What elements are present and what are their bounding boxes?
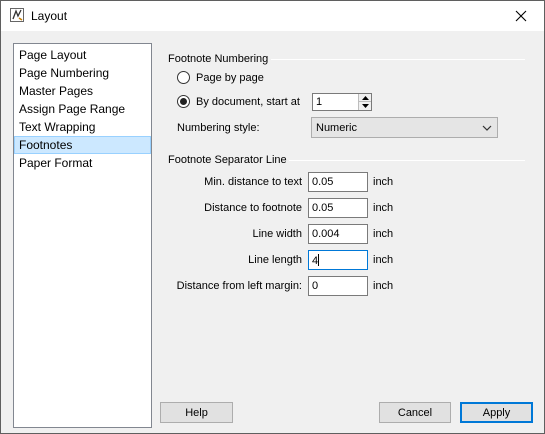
by-document-radio[interactable] — [177, 95, 190, 108]
cancel-button[interactable]: Cancel — [379, 402, 451, 423]
list-item-text-wrapping[interactable]: Text Wrapping — [14, 118, 151, 136]
page-by-page-radio[interactable] — [177, 71, 190, 84]
distance-footnote-label: Distance to footnote — [204, 202, 302, 214]
window-title: Layout — [31, 9, 68, 23]
line-length-label: Line length — [248, 254, 302, 266]
unit-label: inch — [373, 254, 394, 266]
by-document-label: By document, start at — [196, 95, 300, 108]
list-item-master-pages[interactable]: Master Pages — [14, 82, 151, 100]
list-item-footnotes[interactable]: Footnotes — [14, 136, 151, 154]
left-margin-field[interactable]: 0 — [308, 276, 368, 296]
spin-buttons — [358, 94, 371, 110]
numbering-style-label: Numbering style: — [177, 122, 260, 134]
group-divider — [271, 59, 525, 60]
list-item-page-layout[interactable]: Page Layout — [14, 46, 151, 64]
chevron-down-icon — [482, 125, 492, 131]
start-at-value: 1 — [316, 96, 323, 108]
separator-line-heading: Footnote Separator Line — [168, 154, 287, 166]
down-arrow-icon — [361, 104, 369, 108]
start-at-spinbox[interactable]: 1 — [312, 93, 372, 111]
up-arrow-icon — [361, 95, 369, 100]
page-by-page-label: Page by page — [196, 71, 264, 84]
numbering-style-dropdown[interactable]: Numeric — [311, 117, 498, 138]
line-length-field[interactable]: 4 — [308, 250, 368, 270]
by-document-option[interactable]: By document, start at — [177, 95, 300, 108]
category-list[interactable]: Page Layout Page Numbering Master Pages … — [13, 43, 152, 428]
min-distance-label: Min. distance to text — [204, 176, 302, 188]
list-item-page-numbering[interactable]: Page Numbering — [14, 64, 151, 82]
list-item-paper-format[interactable]: Paper Format — [14, 154, 151, 172]
min-distance-value: 0.05 — [312, 176, 334, 188]
unit-label: inch — [373, 280, 394, 292]
line-width-label: Line width — [252, 228, 302, 240]
line-length-value-wrap: 4 — [312, 254, 320, 267]
list-item-assign-page-range[interactable]: Assign Page Range — [14, 100, 151, 118]
left-margin-value: 0 — [312, 280, 319, 292]
distance-footnote-field[interactable]: 0.05 — [308, 198, 368, 218]
distance-footnote-value: 0.05 — [312, 202, 334, 214]
title-bar: Layout — [1, 1, 544, 31]
spin-up-button[interactable] — [359, 94, 371, 102]
numbering-style-value: Numeric — [316, 122, 357, 134]
page-by-page-option[interactable]: Page by page — [177, 71, 264, 84]
layout-dialog: Layout Page Layout Page Numbering Master… — [0, 0, 545, 434]
line-width-field[interactable]: 0.004 — [308, 224, 368, 244]
unit-label: inch — [373, 228, 394, 240]
help-button[interactable]: Help — [160, 402, 233, 423]
left-margin-label: Distance from left margin: — [176, 280, 302, 292]
footnote-numbering-heading: Footnote Numbering — [168, 53, 269, 65]
text-caret — [318, 254, 320, 266]
unit-label: inch — [373, 176, 394, 188]
line-width-value: 0.004 — [312, 228, 340, 240]
unit-label: inch — [373, 202, 394, 214]
spin-down-button[interactable] — [359, 102, 371, 110]
app-icon — [10, 8, 24, 22]
group-divider — [289, 160, 525, 161]
apply-button[interactable]: Apply — [460, 402, 533, 423]
close-icon — [515, 10, 527, 22]
min-distance-field[interactable]: 0.05 — [308, 172, 368, 192]
close-button[interactable] — [498, 1, 544, 31]
